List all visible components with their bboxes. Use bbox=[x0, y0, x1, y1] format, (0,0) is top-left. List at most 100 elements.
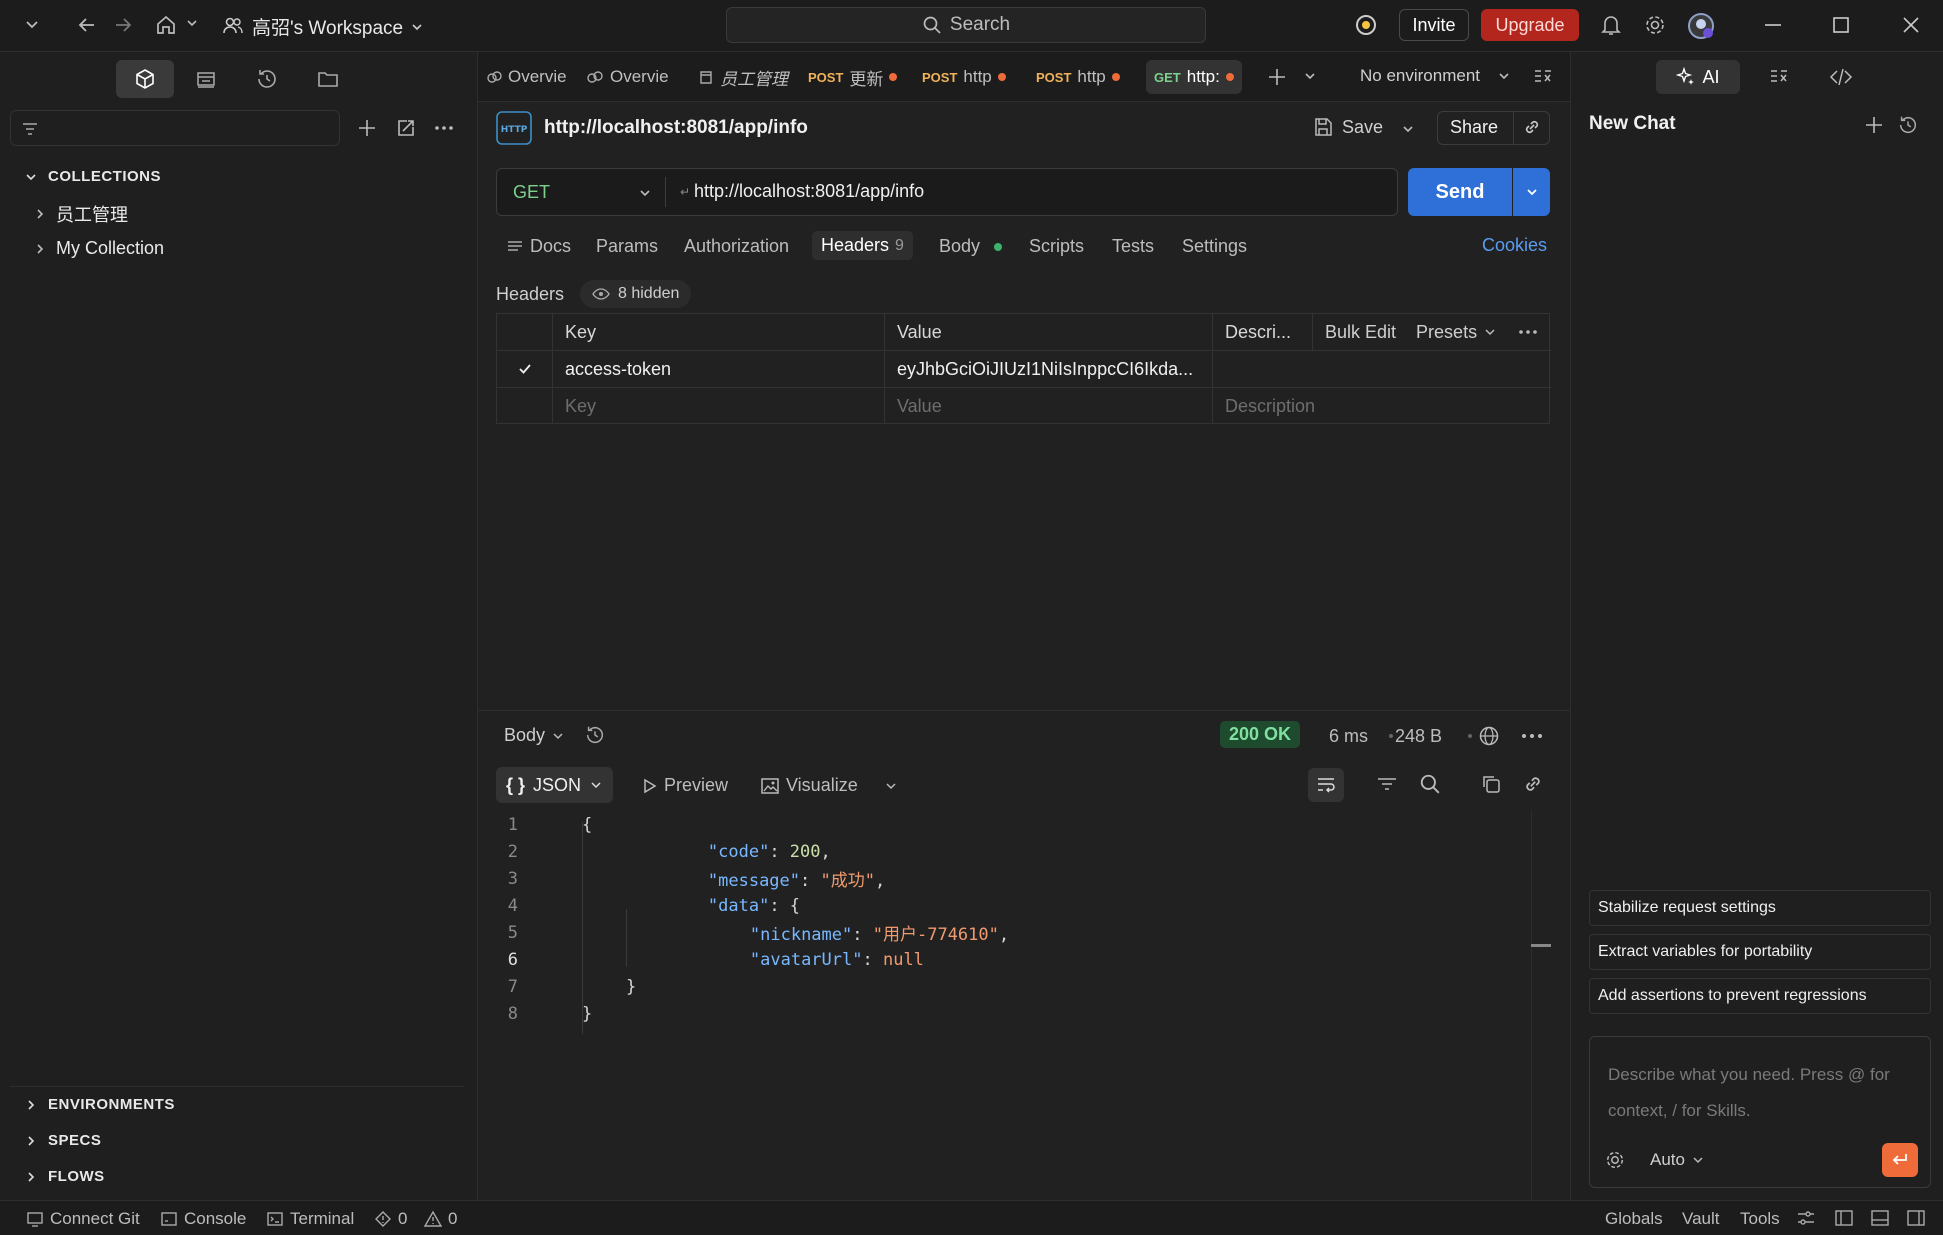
tab-settings[interactable]: Settings bbox=[1182, 236, 1247, 257]
wrap-lines-icon[interactable] bbox=[1308, 768, 1344, 802]
tab-collection[interactable]: 员工管理 bbox=[690, 60, 796, 94]
chevron-down-icon[interactable] bbox=[184, 15, 200, 31]
send-chat-button[interactable] bbox=[1882, 1143, 1918, 1177]
send-options-button[interactable] bbox=[1513, 168, 1550, 216]
bell-icon[interactable] bbox=[1600, 13, 1622, 37]
tools-button[interactable]: Tools bbox=[1740, 1209, 1780, 1229]
cookies-link[interactable]: Cookies bbox=[1482, 235, 1547, 256]
tab-scripts[interactable]: Scripts bbox=[1029, 236, 1084, 257]
tab-authorization[interactable]: Authorization bbox=[684, 236, 789, 257]
flows-section[interactable]: FLOWS bbox=[24, 1168, 105, 1185]
forward-arrow-icon[interactable] bbox=[112, 14, 134, 36]
collections-tab[interactable] bbox=[116, 60, 174, 98]
environments-section[interactable]: ENVIRONMENTS bbox=[24, 1096, 175, 1113]
maximize-icon[interactable] bbox=[1830, 14, 1852, 36]
globals-button[interactable]: Globals bbox=[1605, 1209, 1663, 1229]
history-tab[interactable] bbox=[238, 60, 296, 98]
share-button[interactable]: Share bbox=[1450, 117, 1498, 138]
errors-indicator[interactable]: 0 bbox=[374, 1209, 407, 1229]
sidebar-filter-input[interactable] bbox=[10, 110, 340, 146]
link-icon[interactable] bbox=[1522, 117, 1542, 137]
close-icon[interactable] bbox=[1900, 14, 1922, 36]
minimize-icon[interactable] bbox=[1762, 14, 1784, 36]
upgrade-button[interactable]: Upgrade bbox=[1481, 9, 1579, 41]
home-icon[interactable] bbox=[154, 13, 178, 37]
copy-icon[interactable] bbox=[1480, 773, 1502, 795]
tab-overview-2[interactable]: Overvie bbox=[578, 60, 677, 94]
connect-git-button[interactable]: Connect Git bbox=[26, 1209, 140, 1229]
response-size[interactable]: 248 B bbox=[1395, 726, 1442, 747]
key-placeholder-input[interactable]: Key bbox=[553, 388, 885, 424]
tab-params[interactable]: Params bbox=[596, 236, 658, 257]
response-time[interactable]: 6 ms bbox=[1329, 726, 1368, 747]
chat-input-placeholder[interactable]: Describe what you need. Press @ for cont… bbox=[1608, 1057, 1924, 1129]
more-icon[interactable] bbox=[433, 117, 455, 139]
description-placeholder-input[interactable]: Description bbox=[1213, 388, 1551, 424]
method-select[interactable]: GET bbox=[513, 182, 653, 203]
preview-button[interactable]: Preview bbox=[640, 775, 728, 796]
history-icon[interactable] bbox=[584, 724, 606, 746]
collection-item[interactable]: My Collection bbox=[34, 238, 164, 259]
save-button[interactable]: Save bbox=[1312, 116, 1383, 138]
tab-body[interactable]: Body bbox=[939, 236, 1003, 257]
plus-icon[interactable] bbox=[356, 117, 378, 139]
gear-icon[interactable] bbox=[1643, 13, 1667, 37]
header-key-input[interactable]: access-token bbox=[553, 351, 885, 387]
format-selector[interactable]: { } JSON bbox=[496, 767, 614, 803]
status-badge[interactable]: 200 OK bbox=[1220, 721, 1301, 748]
vault-button[interactable]: Vault bbox=[1682, 1209, 1720, 1229]
terminal-button[interactable]: Terminal bbox=[266, 1209, 354, 1229]
send-button[interactable]: Send bbox=[1408, 168, 1512, 216]
import-icon[interactable] bbox=[395, 117, 417, 139]
suggestion-chip[interactable]: Extract variables for portability bbox=[1589, 934, 1931, 970]
response-code-view[interactable]: 1 { 2 "code": 200, 3 "message": "成功", 4 … bbox=[478, 811, 1528, 1201]
tab-request[interactable]: POST http bbox=[1028, 60, 1128, 94]
collections-section[interactable]: COLLECTIONS bbox=[24, 168, 161, 185]
toggle-right-panel-icon[interactable] bbox=[1906, 1209, 1926, 1227]
back-arrow-icon[interactable] bbox=[76, 14, 98, 36]
globe-icon[interactable] bbox=[1478, 725, 1500, 747]
workspace-switcher[interactable]: 高弨's Workspace bbox=[252, 13, 425, 40]
chat-input-box[interactable]: Describe what you need. Press @ for cont… bbox=[1589, 1036, 1931, 1188]
avatar[interactable] bbox=[1686, 11, 1716, 41]
chevron-down-icon[interactable] bbox=[884, 779, 898, 793]
suggestion-chip[interactable]: Add assertions to prevent regressions bbox=[1589, 978, 1931, 1014]
tab-request-active[interactable]: GET http: bbox=[1146, 60, 1242, 94]
code-icon[interactable] bbox=[1829, 66, 1853, 88]
chat-history-icon[interactable] bbox=[1897, 114, 1919, 136]
tab-overview-1[interactable]: Overvie bbox=[478, 60, 575, 94]
environment-selector[interactable]: No environment bbox=[1360, 66, 1512, 86]
header-description-input[interactable] bbox=[1213, 351, 1551, 387]
row-enabled-checkbox[interactable] bbox=[497, 351, 553, 387]
suggestion-chip[interactable]: Stabilize request settings bbox=[1589, 890, 1931, 926]
variables-icon[interactable] bbox=[1767, 66, 1791, 88]
filter-icon[interactable] bbox=[1376, 774, 1398, 794]
specs-section[interactable]: SPECS bbox=[24, 1132, 101, 1149]
more-icon[interactable] bbox=[1520, 725, 1544, 747]
bulk-edit-button[interactable]: Bulk Edit bbox=[1325, 322, 1396, 343]
more-icon[interactable] bbox=[1517, 325, 1539, 339]
sync-status-icon[interactable] bbox=[1354, 13, 1378, 37]
hidden-headers-toggle[interactable]: 8 hidden bbox=[580, 280, 692, 308]
url-input[interactable]: http://localhost:8081/app/info bbox=[694, 181, 924, 202]
toggle-sidebar-icon[interactable] bbox=[1834, 1209, 1854, 1227]
request-title[interactable]: http://localhost:8081/app/info bbox=[544, 117, 808, 139]
tab-request[interactable]: POST http bbox=[914, 60, 1014, 94]
console-button[interactable]: Console bbox=[160, 1209, 246, 1229]
visualize-button[interactable]: Visualize bbox=[760, 775, 858, 796]
tab-docs[interactable]: Docs bbox=[506, 236, 571, 257]
toggle-bottom-panel-icon[interactable] bbox=[1870, 1209, 1890, 1227]
invite-button[interactable]: Invite bbox=[1399, 9, 1469, 41]
settings-sliders-icon[interactable] bbox=[1796, 1209, 1816, 1227]
link-icon[interactable] bbox=[1522, 773, 1544, 795]
new-tab-plus-icon[interactable] bbox=[1266, 66, 1288, 88]
tab-tests[interactable]: Tests bbox=[1112, 236, 1154, 257]
files-tab[interactable] bbox=[299, 60, 357, 98]
mode-selector[interactable]: Auto bbox=[1650, 1150, 1705, 1170]
tab-request[interactable]: POST 更新 bbox=[800, 60, 905, 94]
environment-quick-look-icon[interactable] bbox=[1532, 66, 1554, 88]
scrollbar-thumb[interactable] bbox=[1531, 944, 1551, 947]
search-icon[interactable] bbox=[1419, 773, 1441, 795]
value-placeholder-input[interactable]: Value bbox=[885, 388, 1213, 424]
search-bar[interactable]: Search bbox=[726, 7, 1206, 43]
